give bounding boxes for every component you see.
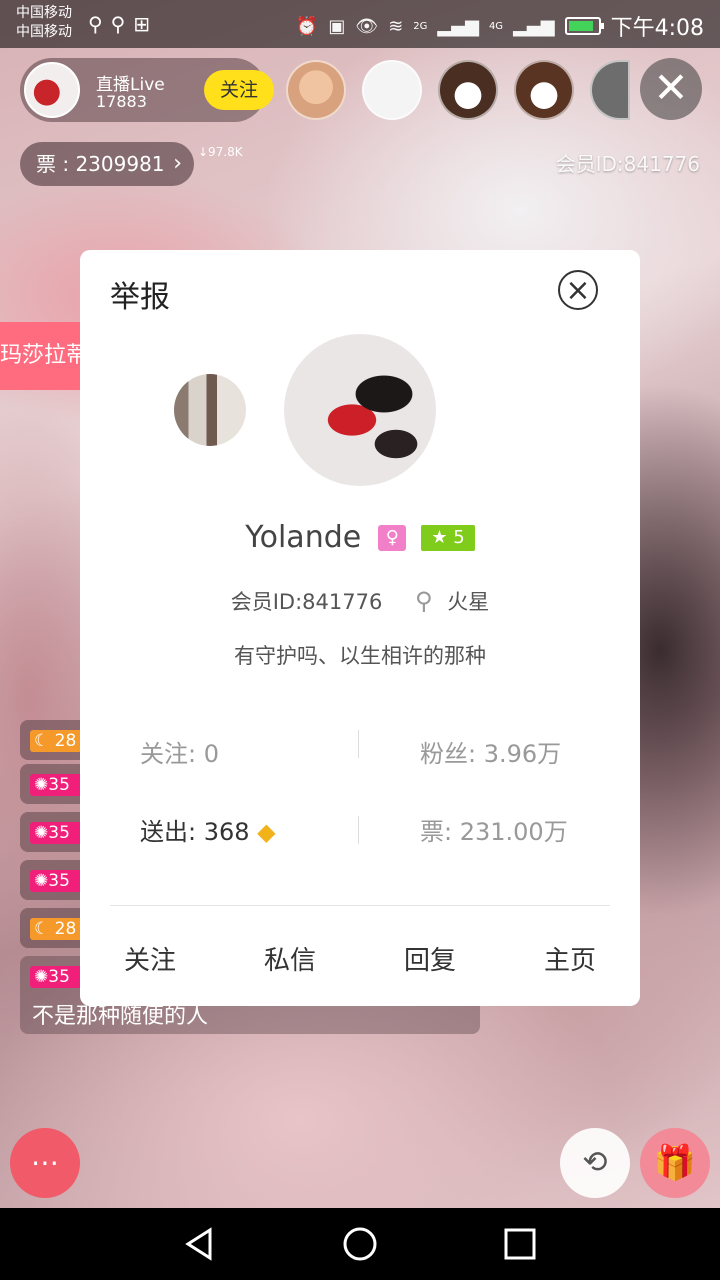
user-profile-dialog: 举报 × Yolande ♀ ★ 5 会员ID:841776 ⚲ 火星 有守护吗… — [80, 250, 640, 1006]
usb-icon: ⚲⚲⊞ — [88, 12, 159, 36]
viewer-count: 17883 — [96, 92, 147, 111]
signal-icon: ▂▄▆ — [437, 15, 479, 37]
host-member-id: 会员ID:841776 — [555, 152, 700, 176]
viewer-avatar[interactable] — [286, 60, 346, 120]
alarm-icon: ⏰ — [295, 15, 319, 37]
follow-host-button[interactable]: 关注 — [204, 70, 274, 110]
host-info-pill[interactable]: 直播Live 17883 关注 — [20, 58, 274, 122]
chat-icon[interactable]: ⋯ — [10, 1128, 80, 1198]
tickets-pill[interactable]: 票 : 2309981 › — [20, 142, 194, 186]
carrier-info: 中国移动 中国移动 — [16, 4, 72, 42]
following-count[interactable]: 关注: 0 — [140, 734, 219, 769]
carrier-1: 中国移动 — [16, 5, 72, 21]
divider — [358, 730, 359, 758]
member-id: 会员ID:841776 — [230, 590, 383, 614]
divider — [110, 905, 610, 906]
divider — [358, 816, 359, 844]
level-badge: ★ 5 — [421, 524, 475, 551]
viewer-avatar[interactable] — [362, 60, 422, 120]
report-button[interactable]: 举报 — [110, 272, 170, 316]
female-icon: ♀ — [378, 524, 407, 551]
tickets-label: 票 : 2309981 — [36, 152, 165, 176]
level-value: 5 — [453, 526, 465, 548]
diamond-icon: ◆ — [257, 818, 276, 846]
tickets-count: 票: 231.00万 — [420, 818, 568, 846]
gift-icon[interactable]: 🎁 — [640, 1128, 710, 1198]
network-2g: 2G — [413, 20, 428, 32]
status-bar: 中国移动 中国移动 ⚲⚲⊞ ⏰ ▣ 👁 ≋ 2G ▂▄▆ 4G ▂▄▆ 下午4:… — [0, 0, 720, 48]
close-live-button[interactable]: ✕ — [640, 58, 702, 120]
wifi-icon: ≋ — [388, 15, 404, 37]
follow-button[interactable]: 关注 — [100, 940, 200, 977]
host-avatar[interactable] — [24, 62, 80, 118]
viewer-avatar[interactable] — [438, 60, 498, 120]
stats-grid: 关注: 0 粉丝: 3.96万 送出: 368 ◆ 票: 231.00万 — [110, 728, 610, 858]
network-4g: 4G — [488, 20, 504, 32]
ticket-trend: ↓97.8K — [198, 145, 243, 159]
name-row: Yolande ♀ ★ 5 — [80, 520, 640, 555]
battery-icon — [564, 17, 604, 35]
location-pin-icon: ⚲ — [415, 587, 433, 615]
signal-icon-2: ▂▄▆ — [513, 15, 555, 37]
user-name: Yolande — [245, 520, 362, 555]
chevron-right-icon: › — [173, 151, 182, 176]
user-avatar[interactable] — [284, 334, 436, 486]
status-right: ⏰ ▣ 👁 ≋ 2G ▂▄▆ 4G ▂▄▆ 下午4:08 — [296, 10, 704, 42]
sent-count[interactable]: 送出: 368 ◆ — [140, 812, 276, 847]
eye-icon: 👁 — [355, 15, 379, 37]
side-banner[interactable]: 玛莎拉蒂 — [0, 322, 90, 390]
clock: 下午4:08 — [610, 16, 704, 41]
carrier-2: 中国移动 — [16, 24, 72, 40]
guard-avatar[interactable] — [174, 374, 246, 446]
navigation-bar — [0, 1208, 720, 1280]
user-signature: 有守护吗、以生相许的那种 — [234, 644, 486, 668]
recents-icon[interactable] — [500, 1226, 540, 1262]
homepage-button[interactable]: 主页 — [520, 940, 620, 977]
hd-icon: ▣ — [328, 15, 346, 37]
back-icon[interactable] — [180, 1226, 220, 1262]
share-icon[interactable]: ⟲ — [560, 1128, 630, 1198]
id-row: 会员ID:841776 ⚲ 火星 — [80, 586, 640, 616]
sent-label: 送出: 368 — [140, 818, 250, 846]
close-icon[interactable]: × — [558, 270, 598, 310]
private-message-button[interactable]: 私信 — [240, 940, 340, 977]
viewer-avatar[interactable] — [514, 60, 574, 120]
home-icon[interactable] — [340, 1226, 380, 1262]
fans-count[interactable]: 粉丝: 3.96万 — [420, 734, 561, 769]
reply-button[interactable]: 回复 — [380, 940, 480, 977]
location: 火星 — [447, 590, 490, 614]
